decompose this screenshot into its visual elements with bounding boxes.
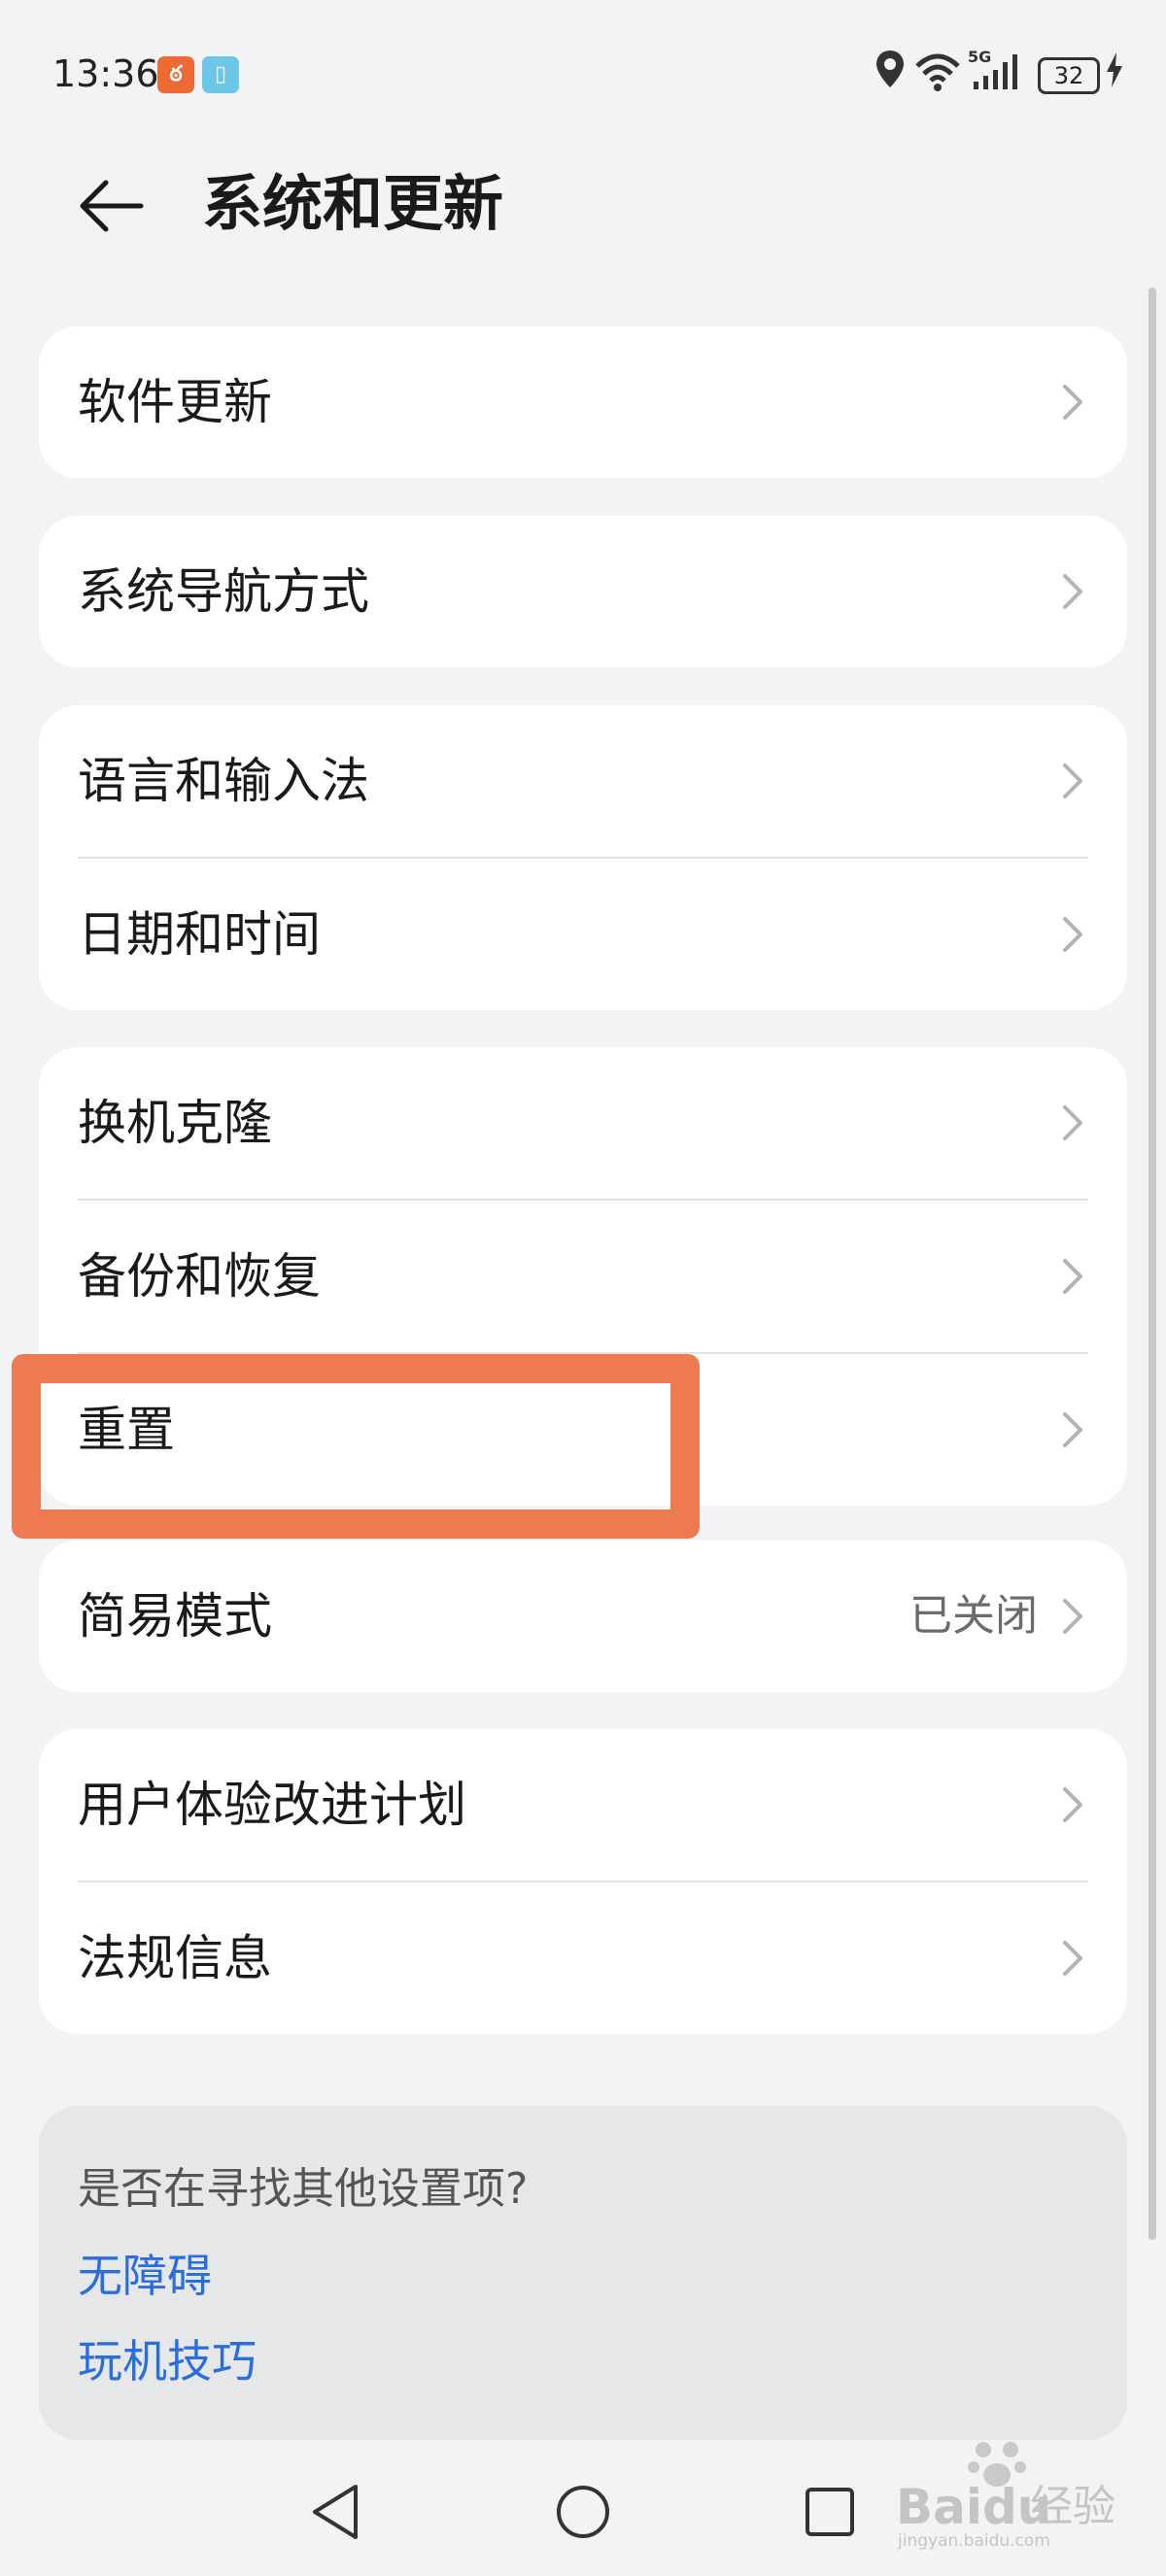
status-time: 13:36 bbox=[52, 52, 159, 95]
location-icon bbox=[876, 51, 904, 87]
nav-recent-icon[interactable] bbox=[791, 2473, 869, 2551]
back-arrow-icon bbox=[80, 180, 144, 232]
battery-level: 32 bbox=[1053, 62, 1084, 89]
chevron-right-icon bbox=[1063, 1259, 1082, 1294]
wifi-icon bbox=[915, 53, 960, 91]
battery-indicator: 32 bbox=[1038, 57, 1100, 94]
row-label: 软件更新 bbox=[78, 374, 272, 430]
status-icons: 5G 32 bbox=[874, 49, 1127, 99]
row-backup-restore[interactable]: 备份和恢复 bbox=[39, 1201, 1127, 1352]
chevron-right-icon bbox=[1063, 1412, 1082, 1447]
chevron-right-icon bbox=[1063, 574, 1082, 609]
row-label: 用户体验改进计划 bbox=[78, 1777, 466, 1833]
signal-icon bbox=[974, 54, 1017, 89]
row-reset[interactable]: 重置 bbox=[39, 1354, 1127, 1506]
row-label: 语言和输入法 bbox=[78, 753, 369, 809]
nav-back-icon[interactable] bbox=[297, 2473, 375, 2551]
settings-card: 简易模式 已关闭 bbox=[39, 1541, 1127, 1692]
link-accessibility[interactable]: 无障碍 bbox=[78, 2248, 212, 2304]
chevron-right-icon bbox=[1063, 1105, 1082, 1140]
row-label: 简易模式 bbox=[78, 1588, 272, 1644]
chevron-right-icon bbox=[1063, 1787, 1082, 1822]
row-label: 法规信息 bbox=[78, 1930, 272, 1986]
chevron-right-icon bbox=[1063, 1941, 1082, 1976]
chevron-right-icon bbox=[1063, 763, 1082, 798]
charging-icon bbox=[1107, 52, 1122, 87]
row-date-time[interactable]: 日期和时间 bbox=[39, 859, 1127, 1010]
row-label: 系统导航方式 bbox=[78, 563, 369, 620]
row-value: 已关闭 bbox=[909, 1591, 1038, 1641]
settings-card: 用户体验改进计划 法规信息 bbox=[39, 1729, 1127, 2034]
suggestion-title: 是否在寻找其他设置项? bbox=[78, 2164, 529, 2214]
row-system-navigation[interactable]: 系统导航方式 bbox=[39, 516, 1127, 667]
row-label: 换机克隆 bbox=[78, 1095, 272, 1151]
row-phone-clone[interactable]: 换机克隆 bbox=[39, 1047, 1127, 1199]
status-bar: 13:36 ఠ ▯ 5G 32 bbox=[0, 0, 1166, 146]
watermark-site: jingyan.baidu.com bbox=[898, 2531, 1050, 2551]
row-label: 备份和恢复 bbox=[78, 1248, 321, 1305]
page-title: 系统和更新 bbox=[202, 168, 504, 239]
link-tips[interactable]: 玩机技巧 bbox=[78, 2333, 257, 2390]
settings-card: 系统导航方式 bbox=[39, 516, 1127, 667]
reader-notification-icon: ▯ bbox=[202, 56, 239, 93]
row-simple-mode[interactable]: 简易模式 已关闭 bbox=[39, 1541, 1127, 1692]
settings-card: 语言和输入法 日期和时间 bbox=[39, 705, 1127, 1010]
row-label: 日期和时间 bbox=[78, 906, 321, 963]
baidu-watermark: Baidu 经验 jingyan.baidu.com bbox=[886, 2436, 1119, 2553]
settings-card: 软件更新 bbox=[39, 326, 1127, 478]
row-regulatory-info[interactable]: 法规信息 bbox=[39, 1882, 1127, 2034]
watermark-product: 经验 bbox=[1030, 2482, 1115, 2531]
app-header: 系统和更新 bbox=[0, 155, 1166, 253]
back-button[interactable] bbox=[70, 165, 152, 247]
suggestion-box: 是否在寻找其他设置项? 无障碍 玩机技巧 bbox=[39, 2106, 1127, 2440]
app-notification-icon: ఠ bbox=[157, 56, 194, 93]
watermark-brand: Baidu bbox=[896, 2479, 1052, 2535]
chevron-right-icon bbox=[1063, 917, 1082, 952]
row-user-experience[interactable]: 用户体验改进计划 bbox=[39, 1729, 1127, 1881]
chevron-right-icon bbox=[1063, 1599, 1082, 1634]
scrollbar[interactable] bbox=[1149, 288, 1156, 2240]
row-software-update[interactable]: 软件更新 bbox=[39, 326, 1127, 478]
nav-home-icon[interactable] bbox=[544, 2473, 622, 2551]
settings-card: 换机克隆 备份和恢复 重置 bbox=[39, 1047, 1127, 1506]
row-language-input[interactable]: 语言和输入法 bbox=[39, 705, 1127, 857]
chevron-right-icon bbox=[1063, 385, 1082, 420]
row-label: 重置 bbox=[78, 1402, 175, 1458]
